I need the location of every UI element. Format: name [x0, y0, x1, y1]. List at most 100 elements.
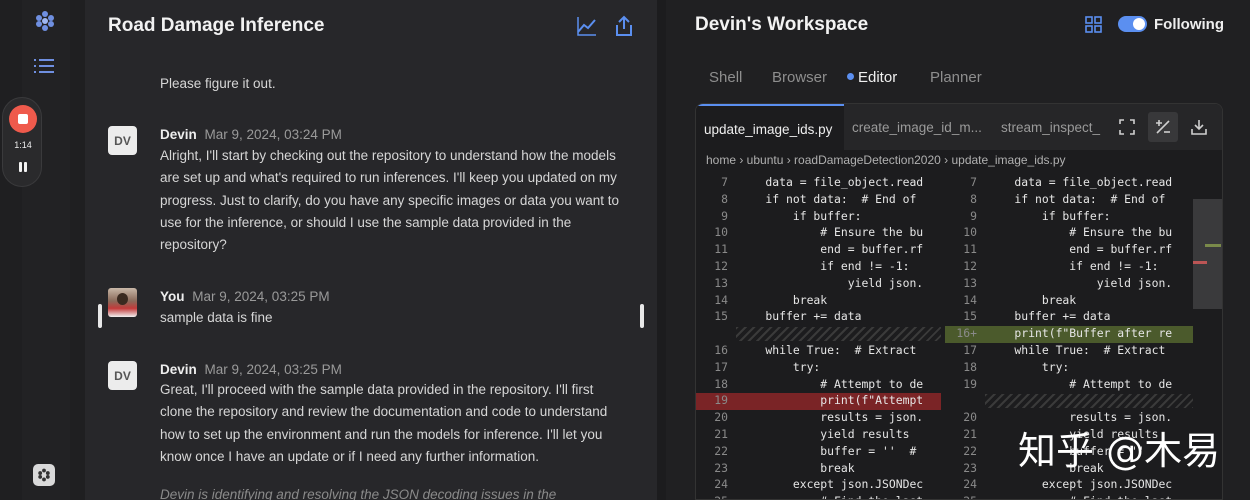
line-number: 12 — [963, 259, 977, 273]
avatar: DV — [108, 361, 137, 390]
line-number: 11 — [714, 242, 728, 257]
code-text: except json.JSONDec — [987, 477, 1173, 492]
code-text: break — [738, 292, 828, 307]
workspace-title: Devin's Workspace — [695, 14, 869, 35]
minimap-removed-marker — [1193, 261, 1207, 264]
code-line: 14 break — [696, 293, 941, 310]
logo-icon[interactable] — [34, 10, 56, 32]
follow-toggle[interactable] — [1118, 16, 1147, 32]
code-text: print(f"Attempt — [738, 393, 924, 408]
minimap-added-marker — [1205, 244, 1221, 247]
code-line: 8 if not data: # End of — [696, 192, 941, 209]
code-text: end = buffer.rf — [987, 242, 1173, 257]
download-icon[interactable] — [1190, 118, 1208, 136]
code-line: 9 if buffer: — [945, 209, 1193, 226]
code-text: # Attempt to de — [738, 376, 924, 391]
chart-icon[interactable] — [576, 15, 598, 37]
line-number: 7 — [970, 175, 977, 189]
line-number: 7 — [721, 175, 728, 189]
resize-handle[interactable] — [98, 304, 102, 328]
code-text: while True: # Extract — [738, 343, 917, 357]
message-time: Mar 9, 2024, 03:25 PM — [192, 289, 330, 304]
file-tab[interactable]: create_image_id_m... — [844, 104, 993, 150]
code-line: 16 while True: # Extract — [696, 343, 941, 360]
recording-control: 1:14 — [2, 97, 42, 187]
code-line: 19 # Attempt to de — [945, 377, 1193, 394]
line-number: 18 — [963, 359, 977, 374]
diff-toggle-button[interactable] — [1148, 112, 1178, 142]
code-line: 22 buffer = '' # — [696, 444, 941, 461]
code-line: 19 print(f"Attempt — [696, 393, 941, 411]
code-text: # Ensure the bu — [987, 225, 1173, 240]
code-text: try: — [738, 359, 821, 374]
diff-placeholder — [985, 394, 1193, 409]
code-line — [945, 393, 1193, 410]
app-icon — [38, 468, 50, 482]
chat-panel: Road Damage Inference Please figure it o… — [85, 0, 657, 500]
diff-placeholder — [736, 327, 941, 342]
code-line: 20 results = json. — [696, 410, 941, 427]
file-tab[interactable]: update_image_ids.py — [696, 104, 844, 150]
tab-browser[interactable]: Browser — [772, 69, 827, 86]
code-line: 13 yield json. — [696, 276, 941, 293]
workspace-panel: Devin's Workspace Following Shell Browse… — [666, 0, 1250, 500]
fullscreen-icon[interactable] — [1118, 118, 1136, 136]
code-text: try: — [987, 359, 1070, 374]
left-rail: 1:14 — [0, 0, 85, 500]
code-line: 10 # Ensure the bu — [696, 225, 941, 242]
tab-editor-label: Editor — [858, 69, 898, 86]
minimap[interactable] — [1193, 199, 1222, 309]
app-menu-button[interactable] — [33, 464, 55, 486]
line-number: 23 — [963, 460, 977, 475]
tab-editor[interactable]: Editor — [847, 69, 897, 86]
line-number: 22 — [963, 443, 977, 458]
tab-shell[interactable]: Shell — [709, 69, 742, 86]
tab-planner[interactable]: Planner — [930, 69, 982, 86]
share-icon[interactable] — [613, 15, 635, 37]
stop-recording-button[interactable] — [9, 105, 37, 133]
code-line: 13 yield json. — [945, 276, 1193, 293]
code-line: 18 try: — [945, 360, 1193, 377]
code-text: yield json. — [738, 275, 924, 290]
code-line: 23 break — [696, 461, 941, 478]
code-line: 17 while True: # Extract — [945, 343, 1193, 360]
line-number: 15 — [714, 309, 728, 324]
resize-handle[interactable] — [640, 304, 644, 328]
line-number: 19 — [714, 393, 728, 408]
message-line: sample data is fine — [160, 310, 273, 325]
message-line: how to set up the environment and run th… — [160, 426, 603, 442]
message-author: Devin — [160, 127, 197, 142]
line-number: 10 — [714, 225, 728, 240]
code-line: 17 try: — [696, 360, 941, 377]
code-line: 18 # Attempt to de — [696, 377, 941, 394]
code-text: if buffer: — [738, 208, 862, 223]
file-tab[interactable]: stream_inspect_ — [993, 104, 1111, 150]
list-icon[interactable] — [34, 57, 54, 75]
line-number: 18 — [714, 376, 728, 391]
breadcrumb: home › ubuntu › roadDamageDetection2020 … — [706, 153, 1066, 167]
code-line: 11 end = buffer.rf — [696, 242, 941, 259]
code-line: 7 data = file_object.read — [945, 175, 1193, 192]
code-line: 25 # Find the last — [945, 494, 1193, 499]
pause-icon[interactable] — [16, 160, 30, 174]
recording-time: 1:14 — [14, 140, 32, 150]
line-number: 10 — [963, 225, 977, 240]
code-text: buffer += data — [738, 309, 862, 324]
line-number: 9 — [721, 208, 728, 223]
grid-icon[interactable] — [1085, 16, 1102, 33]
message-line: clone the repository and review the docu… — [160, 404, 608, 420]
code-text: break — [738, 460, 855, 475]
code-text: # Find the last — [738, 494, 939, 499]
line-number: 9 — [970, 208, 977, 223]
message-header: You Mar 9, 2024, 03:25 PM — [160, 289, 330, 304]
code-text: # Attempt to de — [987, 376, 1173, 391]
message-line: repository? — [160, 237, 227, 253]
message-line: use for the inference, or should I use t… — [160, 214, 572, 230]
message-line: Great, I'll proceed with the sample data… — [160, 382, 594, 397]
code-text: # Find the last — [987, 494, 1191, 499]
diff-left-pane: 7 data = file_object.read 8 if not data: … — [696, 175, 941, 499]
code-line: 11 end = buffer.rf — [945, 242, 1193, 259]
code-text: data = file_object.read — [987, 175, 1173, 189]
line-number: 13 — [963, 275, 977, 290]
file-tabs: update_image_ids.py create_image_id_m...… — [696, 104, 1222, 150]
